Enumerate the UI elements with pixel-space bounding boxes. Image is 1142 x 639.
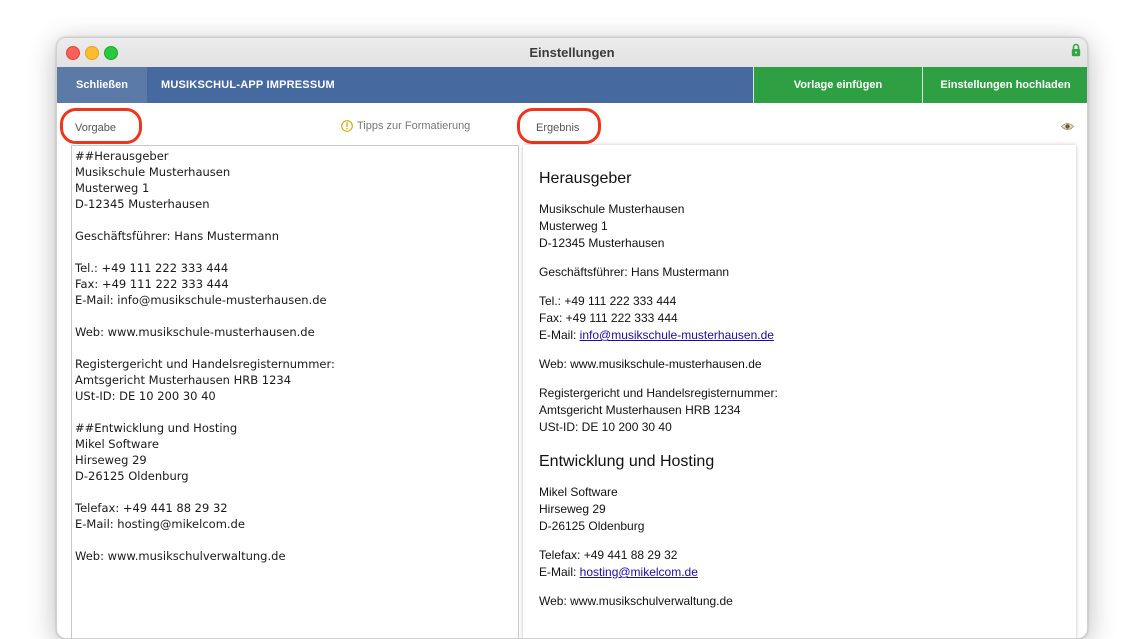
hosting-email-link[interactable]: hosting@mikelcom.de [580, 565, 698, 579]
insert-template-button[interactable]: Vorlage einfügen [753, 67, 922, 103]
lock-icon[interactable] [1071, 43, 1081, 57]
section-heading-hosting: Entwicklung und Hosting [539, 453, 715, 470]
highlight-ring-result [517, 108, 601, 144]
publisher-address: Musikschule Musterhausen Musterweg 1 D-1… [539, 202, 685, 250]
rendered-preview: Herausgeber Musikschule Musterhausen Mus… [523, 145, 1076, 638]
publisher-contact: Tel.: +49 111 222 333 444 Fax: +49 111 2… [539, 294, 774, 342]
preview-eye-icon[interactable] [1061, 122, 1074, 131]
toolbar-title: MUSIKSCHUL-APP IMPRESSUM [161, 79, 335, 91]
publisher-web: Web: www.musikschule-musterhausen.de [539, 357, 762, 371]
info-icon [341, 120, 353, 132]
hosting-web: Web: www.musikschulverwaltung.de [539, 594, 733, 608]
hosting-contact: Telefax: +49 441 88 29 32 E-Mail: hostin… [539, 548, 698, 579]
publisher-registry: Registergericht und Handelsregisternumme… [539, 386, 778, 434]
upload-settings-button[interactable]: Einstellungen hochladen [922, 67, 1087, 103]
settings-window: Einstellungen Schließen MUSIKSCHUL-APP I… [56, 37, 1088, 639]
publisher-email-link[interactable]: info@musikschule-musterhausen.de [580, 328, 774, 342]
title-bar: Einstellungen [57, 38, 1087, 68]
close-button[interactable]: Schließen [57, 67, 147, 103]
section-heading-publisher: Herausgeber [539, 170, 632, 187]
toolbar: Schließen MUSIKSCHUL-APP IMPRESSUM Vorla… [57, 67, 1087, 103]
publisher-ceo: Geschäftsführer: Hans Mustermann [539, 265, 730, 279]
markdown-editor[interactable]: ##Herausgeber Musikschule Musterhausen M… [71, 145, 519, 638]
editor-content[interactable]: ##Herausgeber Musikschule Musterhausen M… [72, 146, 518, 564]
hosting-address: Mikel Software Hirseweg 29 D-26125 Olden… [539, 485, 645, 533]
formatting-tips-label: Tipps zur Formatierung [357, 120, 471, 132]
highlight-ring-source [60, 108, 142, 144]
window-title: Einstellungen [529, 45, 615, 60]
formatting-tips-link[interactable]: Tipps zur Formatierung [341, 120, 470, 132]
